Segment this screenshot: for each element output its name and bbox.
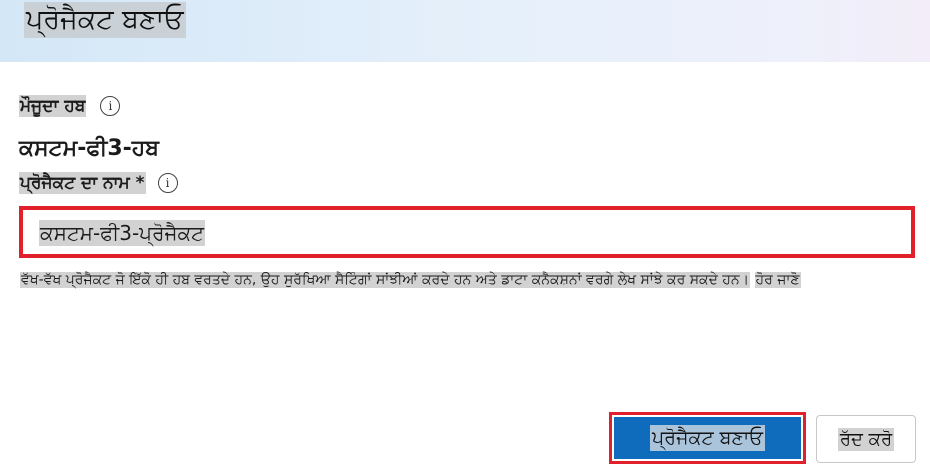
create-project-button[interactable]: ਪ੍ਰੋਜੈਕਟ ਬਣਾਓ [614, 417, 801, 459]
help-description: ਵੱਖ-ਵੱਖ ਪ੍ਰੋਜੈਕਟ ਜੋ ਇੱਕੋ ਹੀ ਹਬ ਵਰਤਦੇ ਹਨ,… [20, 272, 751, 288]
create-project-button-label: ਪ੍ਰੋਜੈਕਟ ਬਣਾਓ [650, 425, 765, 451]
current-hub-label: ਮੌਜੂਦਾ ਹਬ [19, 95, 87, 117]
learn-more-link[interactable]: ਹੋਰ ਜਾਣੋ [754, 272, 801, 288]
dialog-header: ਪ੍ਰੋਜੈਕਟ ਬਣਾਓ [0, 0, 930, 62]
project-name-label-row: ਪ੍ਰੋਜੈਕਟ ਦਾ ਨਾਮ * i [19, 170, 178, 196]
project-name-input[interactable]: ਕਸਟਮ-ਫੀ3-ਪ੍ਰੋਜੈਕਟ [19, 206, 915, 258]
current-hub-value: ਕਸਟਮ-ਫੀ3-ਹਬ [19, 136, 160, 161]
create-project-dialog: ਪ੍ਰੋਜੈਕਟ ਬਣਾਓ ਮੌਜੂਦਾ ਹਬ i ਕਸਟਮ-ਫੀ3-ਹਬ ਪ੍… [0, 0, 930, 466]
help-text: ਵੱਖ-ਵੱਖ ਪ੍ਰੋਜੈਕਟ ਜੋ ਇੱਕੋ ਹੀ ਹਬ ਵਰਤਦੇ ਹਨ,… [20, 270, 910, 290]
project-name-value: ਕਸਟਮ-ਫੀ3-ਪ੍ਰੋਜੈਕਟ [39, 220, 205, 246]
dialog-title: ਪ੍ਰੋਜੈਕਟ ਬਣਾਓ [24, 2, 186, 38]
info-icon[interactable]: i [157, 173, 178, 193]
info-icon[interactable]: i [100, 96, 121, 116]
create-project-button-frame: ਪ੍ਰੋਜੈਕਟ ਬਣਾਓ [609, 412, 806, 464]
current-hub-label-row: ਮੌਜੂਦਾ ਹਬ i [19, 93, 121, 119]
cancel-button-label: ਰੱਦ ਕਰੋ [837, 427, 895, 451]
project-name-label: ਪ੍ਰੋਜੈਕਟ ਦਾ ਨਾਮ * [19, 172, 146, 194]
cancel-button[interactable]: ਰੱਦ ਕਰੋ [816, 415, 916, 463]
